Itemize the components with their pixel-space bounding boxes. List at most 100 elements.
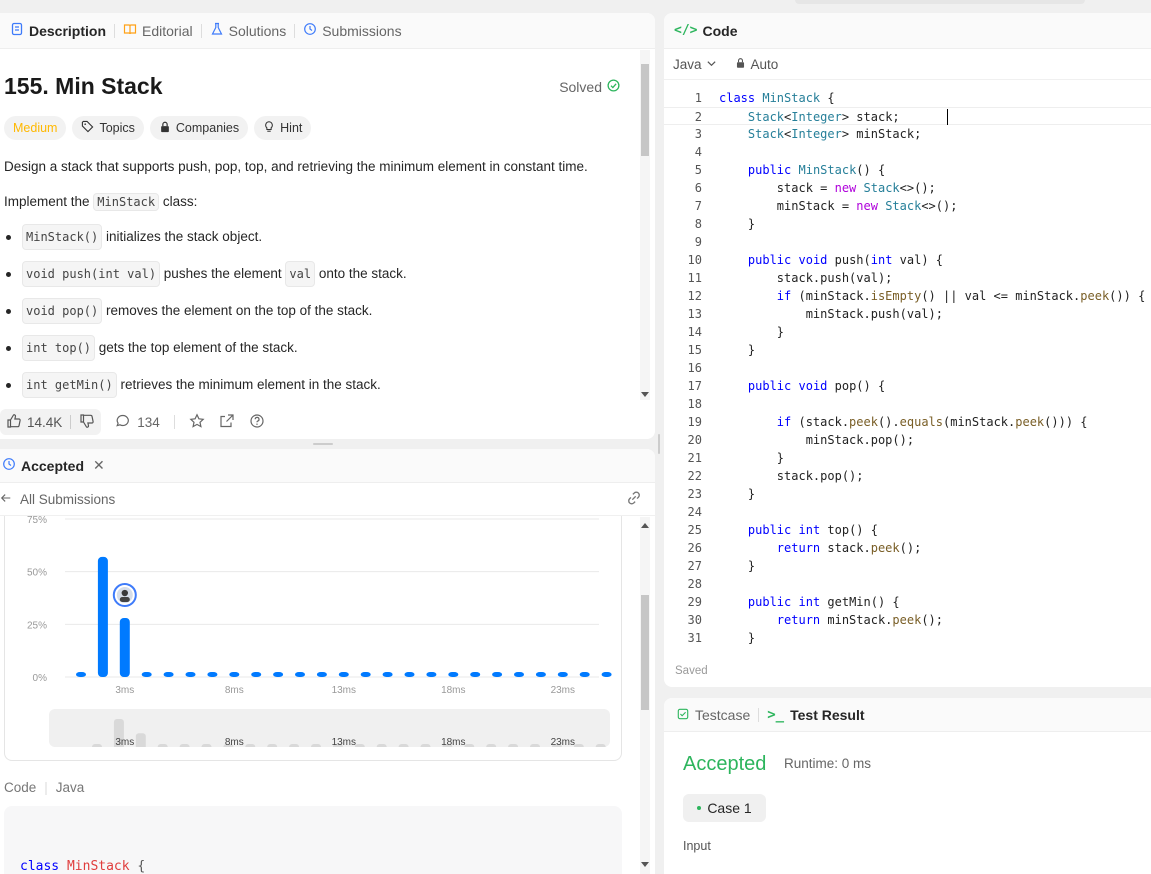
chart-bar (119, 618, 130, 677)
share-button[interactable] (219, 413, 235, 432)
vertical-resize-handle[interactable] (658, 434, 660, 454)
hint-chip[interactable]: Hint (254, 116, 312, 140)
submission-scrollbar[interactable] (640, 517, 650, 874)
auto-mode[interactable]: Auto (735, 57, 778, 72)
code-line: 29 public int getMin() { (664, 593, 1151, 611)
link-icon[interactable] (625, 489, 643, 510)
resize-handle[interactable] (313, 443, 333, 445)
tab-description[interactable]: Description (2, 13, 114, 48)
code-text: class MinStack { (719, 91, 835, 105)
line-number: 11 (687, 271, 702, 285)
code-text: public void push(int val) { (747, 253, 944, 267)
thumbs-down-icon[interactable] (79, 413, 95, 432)
submission-scroll-thumb[interactable] (641, 595, 649, 710)
mini-bar (464, 744, 475, 750)
chart-bar (316, 672, 327, 677)
code-line: 19 if (stack.peek().equals(minStack.peek… (664, 413, 1151, 431)
help-button[interactable] (249, 413, 265, 432)
scroll-down-arrow[interactable] (641, 392, 649, 397)
scroll-down-arrow[interactable] (641, 862, 649, 867)
mini-bar (179, 744, 190, 750)
line-number: 29 (687, 595, 702, 609)
x-tick-label: 23ms (551, 685, 575, 696)
runtime-text: Runtime: 0 ms (784, 756, 872, 771)
code-editor[interactable]: 1 class MinStack { 2 Stack<Integer> stack;… (664, 89, 1151, 655)
code-line: 5 public MinStack() { (664, 161, 1151, 179)
code-language-label: Code | Java (4, 780, 85, 795)
line-number: 22 (687, 469, 702, 483)
code-line: 7 minStack = new Stack<>(); (664, 197, 1151, 215)
chart-bar (579, 672, 590, 677)
description-content: 155. Min Stack Solved Medium Topics Comp… (0, 50, 640, 400)
comment-icon (115, 413, 131, 432)
chevron-down-icon (706, 57, 717, 72)
tab-accepted[interactable]: Accepted ✕ (2, 449, 113, 482)
terminal-icon: >_ (767, 706, 785, 723)
code-editor-panel: </> Code Java Auto 1 class MinStack { 2 St… (664, 13, 1151, 687)
top-toolbar-strip (795, 0, 1085, 4)
mini-bar (135, 733, 146, 750)
mini-bar (354, 744, 365, 750)
code-text: } (719, 325, 785, 339)
chart-bar (601, 672, 612, 677)
code-line: 2 Stack<Integer> stack; (664, 107, 1151, 125)
tab-submissions[interactable]: Submissions (295, 13, 409, 48)
line-number: 4 (694, 145, 702, 159)
line-number: 30 (687, 613, 702, 627)
code-line: 20 minStack.pop(); (664, 431, 1151, 449)
chart-bar (273, 672, 284, 677)
history-icon (303, 22, 317, 39)
code-text: if (stack.peek().equals(minStack.peek())… (776, 415, 1088, 429)
chart-bar (185, 672, 196, 677)
tab-testcase[interactable]: Testcase (677, 707, 750, 723)
history-icon (2, 457, 16, 474)
close-icon[interactable]: ✕ (93, 457, 105, 474)
all-submissions-bar: All Submissions (0, 483, 655, 516)
line-number: 23 (687, 487, 702, 501)
tab-solutions[interactable]: Solutions (202, 13, 295, 48)
comments-button[interactable]: 134 (115, 413, 160, 432)
line-number: 18 (687, 397, 702, 411)
companies-chip[interactable]: Companies (149, 116, 249, 140)
code-line: 3 Stack<Integer> minStack; (664, 125, 1151, 143)
case-tab[interactable]: Case 1 (683, 794, 766, 822)
code-line: 10 public void push(int val) { (664, 251, 1151, 269)
chart-bar (251, 672, 262, 677)
topics-chip[interactable]: Topics (72, 116, 144, 140)
submission-panel: Accepted ✕ All Submissions 0% 25% 50% 75% 3m… (0, 449, 655, 874)
description-scrollbar[interactable] (640, 50, 650, 400)
code-label: Code (4, 780, 37, 795)
chart-bar (338, 672, 349, 677)
line-number: 1 (694, 91, 702, 105)
mini-bar (267, 744, 278, 750)
line-number: 3 (694, 127, 702, 141)
scroll-up-arrow[interactable] (641, 523, 649, 528)
code-line: 17 public void pop() { (664, 377, 1151, 395)
code-line: 18 (664, 395, 1151, 413)
thumbs-up-icon[interactable] (6, 413, 22, 432)
all-submissions-link[interactable]: All Submissions (0, 492, 115, 507)
y-tick-label: 50% (27, 568, 47, 579)
code-line: 16 (664, 359, 1151, 377)
tab-test-result[interactable]: >_ Test Result (767, 707, 864, 723)
code-panel-header: </> Code (664, 13, 1151, 49)
y-tick-label: 75% (27, 516, 47, 526)
chart-range-selector[interactable]: 3ms 8ms 13ms 18ms 23ms (49, 709, 650, 750)
check-circle-icon (607, 78, 620, 95)
tab-editorial[interactable]: Editorial (115, 13, 201, 48)
line-number: 7 (694, 199, 702, 213)
code-line: 11 stack.push(val); (664, 269, 1151, 287)
description-scroll-thumb[interactable] (641, 64, 649, 156)
favorite-button[interactable] (189, 412, 205, 432)
code-line: 22 stack.pop(); (664, 467, 1151, 485)
solved-badge: Solved (559, 79, 620, 95)
tab-testcase-label: Testcase (695, 706, 751, 723)
language-select[interactable]: Java (673, 57, 717, 72)
line-number: 16 (687, 361, 702, 375)
mini-bar (157, 744, 168, 750)
methods-list: MinStack() initializes the stack object.… (4, 224, 640, 398)
line-number: 6 (694, 181, 702, 195)
language-label: Java (55, 780, 85, 795)
code-text: minStack.pop(); (719, 433, 915, 447)
avatar-body (119, 597, 130, 603)
